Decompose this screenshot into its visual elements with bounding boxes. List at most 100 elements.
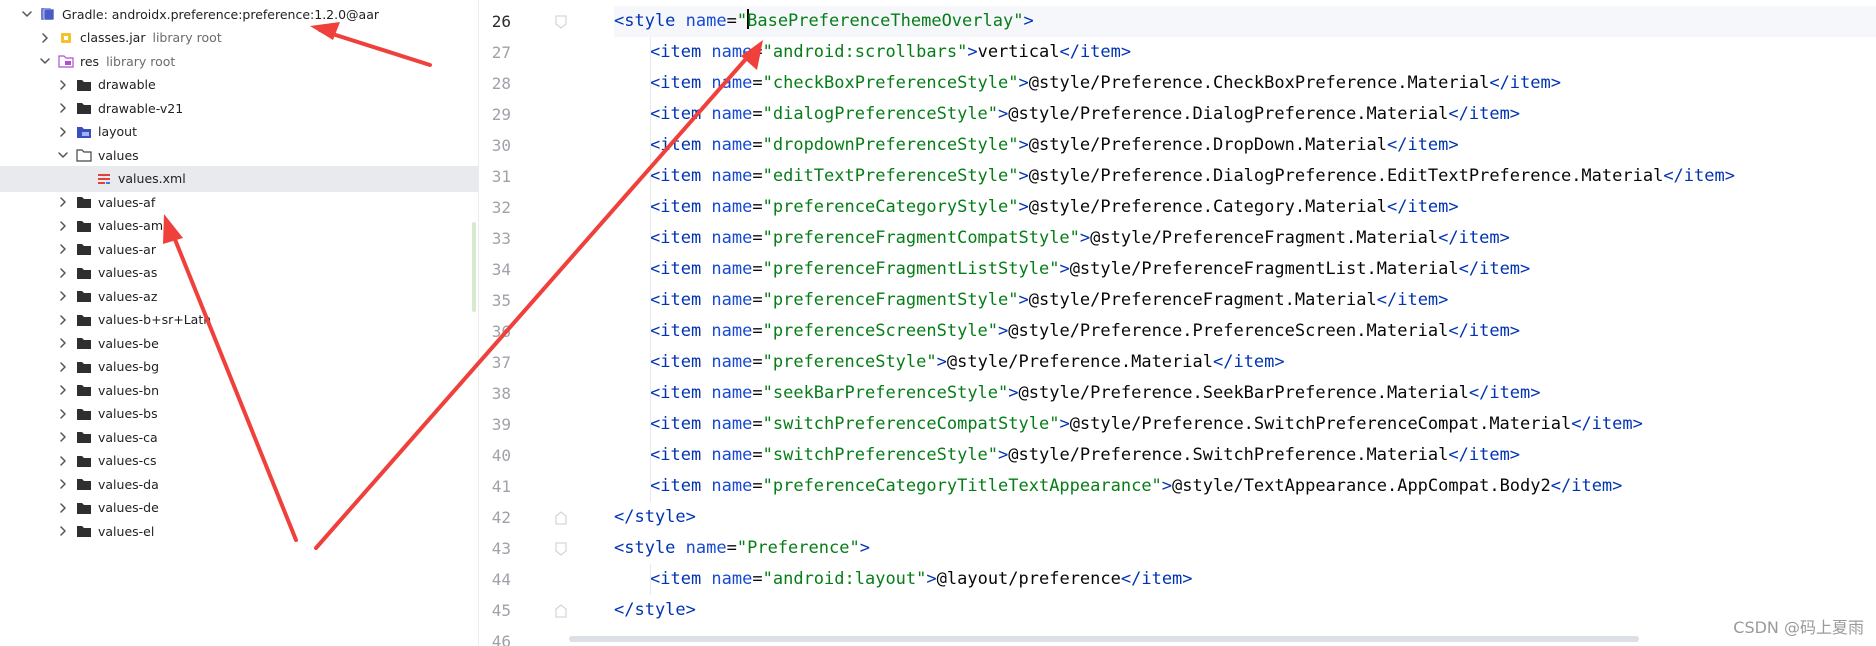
chevron-right-icon[interactable] — [56, 430, 70, 444]
code-line[interactable]: <item name="preferenceCategoryTitleTextA… — [650, 471, 1622, 502]
tree-item-label: values-cs — [98, 453, 157, 468]
token-txt: @style/Preference.DialogPreference.Mater… — [1008, 104, 1449, 124]
token-eq: = — [752, 166, 763, 186]
code-line[interactable]: <item name="preferenceFragmentStyle">@st… — [650, 285, 1448, 316]
code-line[interactable]: <item name="dialogPreferenceStyle">@styl… — [650, 99, 1520, 130]
line-number: 42 — [491, 508, 511, 527]
code-line[interactable]: </style> — [614, 595, 696, 626]
token-tag: </item> — [1386, 135, 1459, 155]
chevron-right-icon[interactable] — [56, 383, 70, 397]
fold-marker-icon[interactable] — [555, 541, 567, 556]
chevron-right-icon[interactable] — [56, 101, 70, 115]
code-line[interactable]: <style name="Preference"> — [614, 533, 870, 564]
chevron-right-icon[interactable] — [56, 407, 70, 421]
chevron-right-icon[interactable] — [56, 524, 70, 538]
tree-item-label: values-el — [98, 523, 155, 539]
tree-item-label: values-as — [98, 265, 158, 280]
tree-item[interactable]: values-da — [0, 471, 478, 497]
tree-item[interactable]: drawable-v21 — [0, 95, 478, 121]
folder-icon — [76, 501, 92, 515]
tree-item[interactable]: values-bg — [0, 354, 478, 380]
tree-item[interactable]: values-cs — [0, 448, 478, 474]
tree-item[interactable]: values-bs — [0, 401, 478, 427]
chevron-right-icon[interactable] — [56, 289, 70, 303]
code-line[interactable]: <item name="editTextPreferenceStyle">@st… — [650, 161, 1735, 192]
code-line[interactable]: <item name="android:scrollbars">vertical… — [650, 37, 1131, 68]
code-line[interactable]: <item name="seekBarPreferenceStyle">@sty… — [650, 378, 1541, 409]
fold-marker-icon[interactable] — [555, 510, 567, 525]
tree-item-label: values-da — [98, 476, 159, 492]
code-line[interactable]: <item name="dropdownPreferenceStyle">@st… — [650, 130, 1459, 161]
chevron-down-icon[interactable] — [20, 7, 34, 21]
line-number: 38 — [491, 384, 511, 403]
tree-item[interactable]: classes.jar library root — [0, 25, 478, 51]
code-line[interactable]: </style> — [614, 502, 696, 533]
chevron-down-icon[interactable] — [56, 148, 70, 162]
code-line[interactable]: <item name="checkBoxPreferenceStyle">@st… — [650, 68, 1561, 99]
tree-item[interactable]: drawable — [0, 72, 478, 98]
token-txt: @layout/preference — [936, 569, 1121, 589]
tree-item[interactable]: values-el — [0, 518, 478, 544]
code-line[interactable]: <style name="BasePreferenceThemeOverlay"… — [614, 6, 1034, 37]
token-eq: = — [726, 538, 737, 558]
chevron-right-icon[interactable] — [38, 31, 52, 45]
code-line[interactable]: <item name="preferenceScreenStyle">@styl… — [650, 316, 1520, 347]
code-line[interactable]: <item name="preferenceFragmentListStyle"… — [650, 254, 1530, 285]
chevron-right-icon[interactable] — [56, 454, 70, 468]
tree-item[interactable]: values-bn — [0, 377, 478, 403]
fold-marker-icon[interactable] — [555, 14, 567, 29]
tree-item[interactable]: values-de — [0, 495, 478, 521]
chevron-right-icon[interactable] — [56, 78, 70, 92]
code-line[interactable]: <item name="android:layout">@layout/pref… — [650, 564, 1193, 595]
tree-item[interactable]: Gradle: androidx.preference:preference:1… — [0, 1, 478, 27]
tree-item-label: values — [98, 147, 139, 163]
tree-item[interactable]: values — [0, 142, 478, 168]
code-line[interactable]: <item name="switchPreferenceCompatStyle"… — [650, 409, 1643, 440]
tree-item-hint: library root — [106, 53, 176, 69]
tree-item[interactable]: values-ca — [0, 424, 478, 450]
token-tag: <item — [650, 42, 712, 62]
code-line[interactable]: <item name="preferenceStyle">@style/Pref… — [650, 347, 1285, 378]
chevron-right-icon[interactable] — [56, 266, 70, 280]
token-tag: </style> — [614, 507, 696, 527]
tree-item[interactable]: values-be — [0, 330, 478, 356]
tree-item[interactable]: values-ar — [0, 236, 478, 262]
tree-item[interactable]: values-af — [0, 189, 478, 215]
tree-scrollbar-indicator[interactable] — [472, 222, 476, 312]
chevron-right-icon[interactable] — [56, 195, 70, 209]
tree-item[interactable]: values-b+sr+Latn — [0, 307, 478, 333]
tree-item[interactable]: res library root — [0, 48, 478, 74]
tree-item[interactable]: values-as — [0, 260, 478, 286]
tree-item[interactable]: values-am — [0, 213, 478, 239]
code-line[interactable]: <item name="preferenceFragmentCompatStyl… — [650, 223, 1510, 254]
code-line[interactable]: <item name="switchPreferenceStyle">@styl… — [650, 440, 1520, 471]
fold-marker-icon[interactable] — [555, 603, 567, 618]
line-number: 35 — [491, 291, 511, 310]
chevron-right-icon[interactable] — [56, 125, 70, 139]
token-tag: <item — [650, 228, 712, 248]
chevron-right-icon[interactable] — [56, 360, 70, 374]
line-number: 36 — [491, 322, 511, 341]
chevron-down-icon[interactable] — [38, 54, 52, 68]
token-val: "android:scrollbars" — [762, 42, 968, 62]
chevron-right-icon[interactable] — [56, 313, 70, 327]
chevron-right-icon[interactable] — [56, 242, 70, 256]
token-eq: = — [752, 104, 763, 124]
tree-item-hint: library root — [152, 30, 222, 45]
chevron-right-icon[interactable] — [56, 336, 70, 350]
tree-item[interactable]: layout — [0, 119, 478, 145]
tree-item-label: values-am — [98, 218, 164, 233]
token-attr: name — [711, 104, 753, 124]
token-attr: name — [711, 166, 753, 186]
token-tag: > — [998, 321, 1009, 341]
tree-item[interactable]: values-az — [0, 283, 478, 309]
chevron-right-icon[interactable] — [56, 477, 70, 491]
chevron-right-icon[interactable] — [56, 219, 70, 233]
jar-icon — [58, 31, 74, 45]
token-tag: <item — [650, 569, 712, 589]
horizontal-scrollbar[interactable] — [569, 636, 1639, 642]
code-editor[interactable]: 26 27 28 29 30 31 32 33 34 35 36 37 38 39 40 41 42 43 44 45… — [479, 0, 1876, 646]
chevron-right-icon[interactable] — [56, 501, 70, 515]
tree-item[interactable]: values.xml — [0, 165, 478, 192]
code-line[interactable]: <item name="preferenceCategoryStyle">@st… — [650, 192, 1459, 223]
